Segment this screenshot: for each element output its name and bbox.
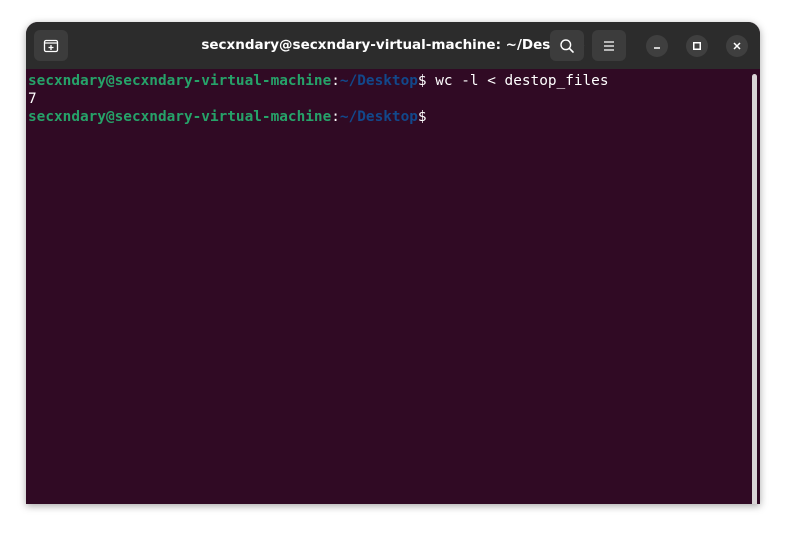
prompt-user-host: secxndary@secxndary-virtual-machine [28, 109, 332, 125]
minimize-button[interactable] [646, 35, 668, 57]
terminal-line: secxndary@secxndary-virtual-machine:~/De… [28, 72, 609, 90]
close-button[interactable] [726, 35, 748, 57]
terminal-area[interactable]: secxndary@secxndary-virtual-machine:~/De… [26, 69, 760, 504]
terminal-line: 7 [28, 90, 609, 108]
maximize-button[interactable] [686, 35, 708, 57]
prompt-symbol: $ [417, 73, 436, 89]
prompt-symbol: $ [417, 109, 427, 125]
prompt-separator: : [331, 73, 340, 89]
new-tab-icon [43, 39, 59, 52]
terminal-line: secxndary@secxndary-virtual-machine:~/De… [28, 108, 609, 126]
command-text: wc -l < destop_files [435, 73, 609, 89]
terminal-output: secxndary@secxndary-virtual-machine:~/De… [28, 72, 609, 126]
menu-button[interactable] [592, 30, 626, 61]
prompt-user-host: secxndary@secxndary-virtual-machine [28, 73, 332, 89]
prompt-path: ~/Desktop [339, 109, 418, 125]
hamburger-menu-icon [604, 40, 614, 51]
prompt-separator: : [331, 109, 340, 125]
terminal-window: secxndary@secxndary-virtual-machine: ~/D… [26, 22, 760, 504]
header-bar: secxndary@secxndary-virtual-machine: ~/D… [26, 22, 760, 69]
search-button[interactable] [550, 30, 584, 61]
close-icon [733, 42, 741, 50]
prompt-path: ~/Desktop [339, 73, 418, 89]
minimize-icon [654, 47, 660, 49]
command-output: 7 [28, 91, 37, 107]
search-icon [560, 38, 574, 53]
maximize-icon [693, 42, 701, 50]
scrollbar[interactable] [752, 74, 757, 504]
new-tab-button[interactable] [34, 30, 68, 61]
